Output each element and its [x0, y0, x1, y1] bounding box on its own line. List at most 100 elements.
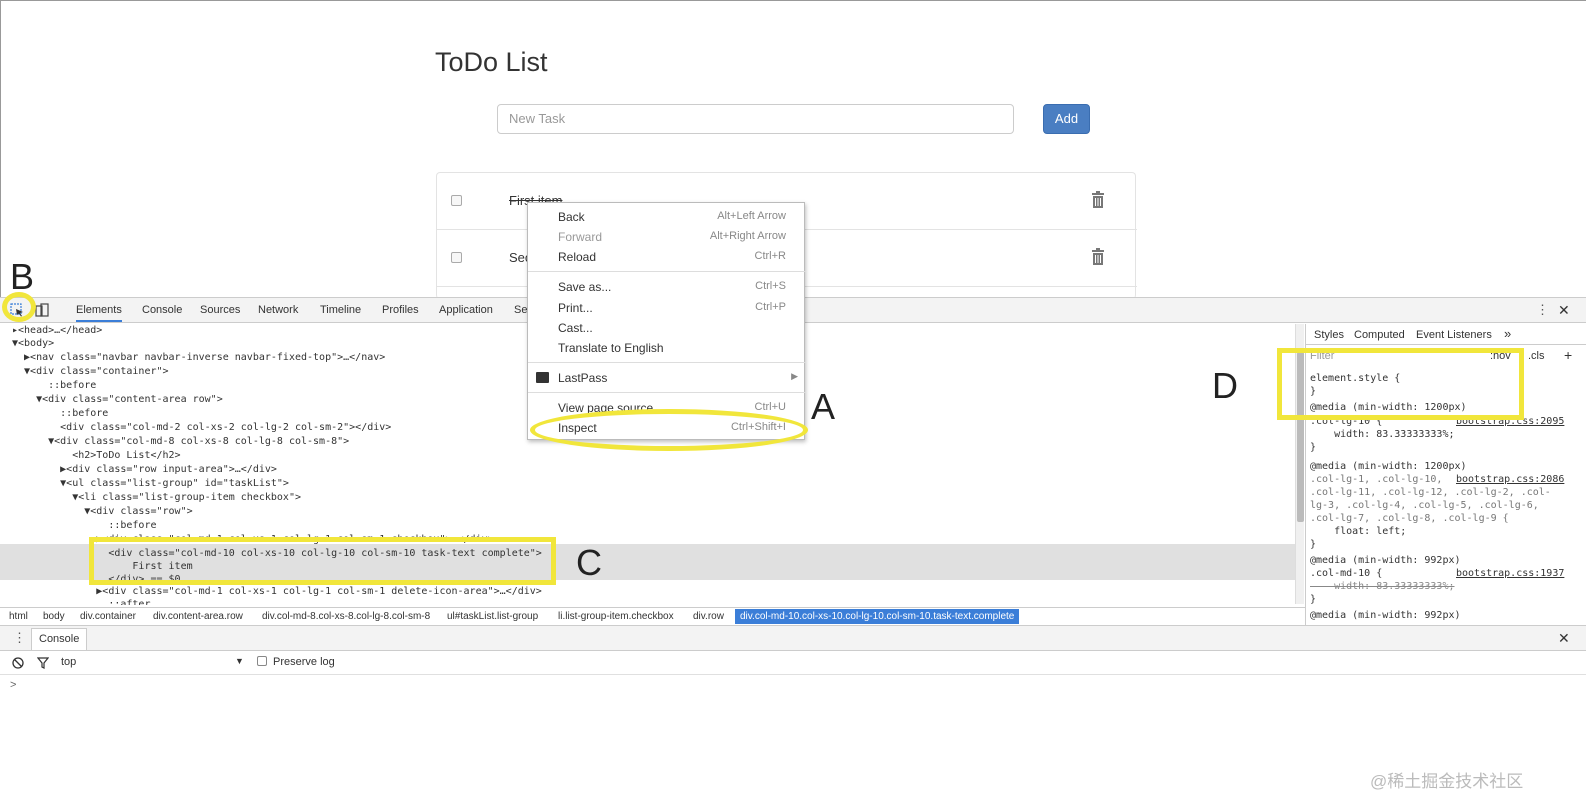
menu-shortcut: Ctrl+S — [755, 280, 786, 292]
dom-node-line[interactable]: ::after — [12, 598, 150, 605]
menu-separator — [528, 392, 806, 393]
dropdown-arrow-icon[interactable]: ▼ — [235, 656, 244, 666]
dom-node-line[interactable]: ▼<li class="list-group-item checkbox"> — [12, 491, 301, 505]
breadcrumb-item[interactable]: div.col-md-8.col-xs-8.col-lg-8.col-sm-8 — [262, 611, 430, 622]
tab-security[interactable]: Se — [514, 304, 527, 316]
tab-sources[interactable]: Sources — [200, 304, 240, 316]
console-toolbar: top ▼ Preserve log — [0, 651, 1586, 675]
highlight-inspect — [530, 409, 808, 451]
breadcrumb-item[interactable]: div.row — [693, 611, 724, 622]
breadcrumb-item-selected[interactable]: div.col-md-10.col-xs-10.col-lg-10.col-sm… — [735, 609, 1020, 624]
dom-node-line[interactable]: ▼<div class="content-area row"> — [12, 393, 223, 407]
style-rule-line: width: 83.33333333%; — [1310, 429, 1455, 440]
source-link[interactable]: bootstrap.css:1937 — [1456, 567, 1564, 580]
dom-node-line[interactable]: ▼<ul class="list-group" id="taskList"> — [12, 477, 289, 491]
style-rule-line: @media (min-width: 992px) — [1310, 555, 1461, 566]
dom-node-line[interactable]: ▶<nav class="navbar navbar-inverse navba… — [12, 351, 385, 365]
menu-shortcut: Ctrl+R — [754, 250, 786, 262]
add-button[interactable]: Add — [1043, 104, 1090, 134]
menu-item-lastpass[interactable]: LastPass ▶ — [528, 368, 806, 388]
drawer-tab-console[interactable]: Console — [31, 628, 88, 650]
drawer-close-icon[interactable]: ✕ — [1558, 630, 1570, 647]
submenu-arrow-icon: ▶ — [791, 371, 798, 381]
style-rule-line: .col-lg-7, .col-lg-8, .col-lg-9 { — [1310, 513, 1509, 524]
breadcrumb-item[interactable]: li.list-group-item.checkbox — [558, 611, 674, 622]
menu-label: Forward — [558, 230, 603, 244]
preserve-log-label: Preserve log — [273, 656, 335, 668]
annotation-d: D — [1212, 365, 1238, 406]
menu-shortcut: Alt+Left Arrow — [717, 210, 786, 222]
menu-item-back[interactable]: Back Alt+Left Arrow — [528, 207, 806, 227]
style-rule-line: } — [1310, 539, 1317, 550]
menu-item-forward[interactable]: Forward Alt+Right Arrow — [528, 227, 806, 247]
menu-label: LastPass — [558, 371, 608, 385]
tab-timeline[interactable]: Timeline — [320, 304, 361, 316]
more-menu-icon[interactable]: ⋮ — [1536, 302, 1549, 318]
dom-node-line[interactable]: ▼<div class="container"> — [12, 365, 169, 379]
dom-node-line[interactable]: ::before — [12, 519, 156, 533]
menu-label: Back — [558, 210, 585, 224]
tab-profiles[interactable]: Profiles — [382, 304, 419, 316]
menu-shortcut: Ctrl+U — [754, 401, 786, 413]
task-checkbox[interactable] — [451, 252, 462, 263]
lastpass-icon — [536, 372, 549, 383]
highlight-selected-node — [89, 537, 556, 585]
dom-node-line[interactable]: ▼<body> — [12, 337, 54, 351]
task-checkbox[interactable] — [451, 195, 462, 206]
breadcrumb: html body div.container div.content-area… — [0, 607, 1305, 625]
context-select[interactable]: top — [61, 656, 76, 668]
menu-item-print[interactable]: Print... Ctrl+P — [528, 298, 806, 318]
style-rule-line: .col-md-10 { — [1310, 568, 1383, 579]
breadcrumb-item[interactable]: div.content-area.row — [153, 611, 243, 622]
breadcrumb-item[interactable]: html — [9, 611, 28, 622]
tab-elements[interactable]: Elements — [76, 304, 122, 322]
preserve-log-checkbox[interactable] — [257, 656, 267, 666]
tab-application[interactable]: Application — [439, 304, 493, 316]
device-toolbar-icon[interactable] — [35, 303, 49, 317]
tab-console[interactable]: Console — [142, 304, 182, 316]
tab-event-listeners[interactable]: Event Listeners — [1416, 329, 1492, 341]
dom-node-line[interactable]: <div class="col-md-2 col-xs-2 col-lg-2 c… — [12, 421, 391, 435]
menu-label: Cast... — [558, 321, 593, 335]
dom-node-line[interactable]: <h2>ToDo List</h2> — [12, 449, 180, 463]
breadcrumb-item[interactable]: body — [43, 611, 65, 622]
menu-shortcut: Ctrl+P — [755, 301, 786, 313]
menu-separator — [528, 271, 806, 272]
menu-item-cast[interactable]: Cast... — [528, 318, 806, 338]
tab-styles[interactable]: Styles — [1314, 329, 1344, 341]
dom-node-line[interactable]: ▼<div class="row"> — [12, 505, 192, 519]
highlight-element-style — [1277, 348, 1524, 420]
context-menu: Back Alt+Left Arrow Forward Alt+Right Arro… — [527, 202, 806, 440]
dom-node-line[interactable]: ▼<div class="col-md-8 col-xs-8 col-lg-8 … — [12, 435, 349, 449]
dom-node-line[interactable]: ▶<div class="row input-area">…</div> — [12, 463, 277, 477]
tab-computed[interactable]: Computed — [1354, 329, 1405, 341]
filter-icon[interactable] — [37, 657, 49, 669]
annotation-a: A — [811, 386, 836, 427]
more-tabs-icon[interactable]: » — [1504, 326, 1511, 341]
trash-icon[interactable] — [1091, 248, 1105, 265]
menu-item-save-as[interactable]: Save as... Ctrl+S — [528, 277, 806, 297]
new-task-placeholder: New Task — [509, 111, 566, 126]
dom-node-line[interactable]: ::before — [12, 407, 108, 421]
add-rule-icon[interactable]: + — [1564, 347, 1572, 363]
clear-console-icon[interactable] — [12, 657, 24, 669]
style-rule-line: .col-lg-1, .col-lg-10, — [1310, 474, 1443, 485]
menu-item-translate[interactable]: Translate to English — [528, 338, 806, 358]
console-prompt[interactable]: > — [10, 679, 16, 691]
tab-network[interactable]: Network — [258, 304, 298, 316]
source-link[interactable]: bootstrap.css:2086 — [1456, 473, 1564, 486]
style-rule-line: } — [1310, 442, 1317, 453]
styles-tabbar: Styles Computed Event Listeners » — [1306, 324, 1586, 345]
dom-node-line[interactable]: ::before — [12, 379, 96, 393]
dom-node-line[interactable]: ▸<head>…</head> — [12, 324, 102, 338]
breadcrumb-item[interactable]: ul#taskList.list-group — [447, 611, 538, 622]
drawer-menu-icon[interactable]: ⋮ — [13, 630, 26, 646]
style-rule-line: @media (min-width: 992px) — [1310, 610, 1461, 621]
dom-node-line[interactable]: ▶<div class="col-md-1 col-xs-1 col-lg-1 … — [12, 585, 542, 599]
cls-toggle[interactable]: .cls — [1528, 350, 1545, 362]
menu-item-reload[interactable]: Reload Ctrl+R — [528, 247, 806, 267]
new-task-input[interactable]: New Task — [497, 104, 1014, 134]
trash-icon[interactable] — [1091, 191, 1105, 208]
breadcrumb-item[interactable]: div.container — [80, 611, 136, 622]
close-icon[interactable]: ✕ — [1558, 302, 1570, 319]
